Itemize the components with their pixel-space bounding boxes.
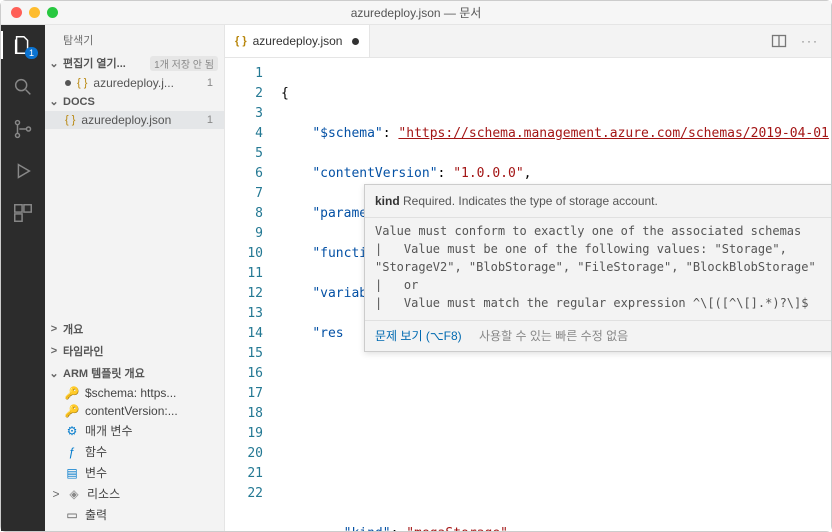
outline-header-2[interactable]: > 타임라인	[45, 340, 224, 362]
outline-contentversion[interactable]: 🔑contentVersion:...	[45, 402, 224, 420]
tab-label: azuredeploy.json	[253, 34, 343, 48]
hover-tooltip: kind Required. Indicates the type of sto…	[364, 184, 831, 352]
outline-outputs[interactable]: ▭출력	[45, 504, 224, 525]
run-debug-icon[interactable]	[11, 159, 35, 183]
file-name: azuredeploy.json	[81, 113, 195, 127]
no-quickfix-label: 사용할 수 있는 빠른 수정 없음	[479, 329, 628, 343]
more-icon[interactable]: ···	[801, 34, 819, 48]
key-icon: 🔑	[65, 386, 79, 400]
tabs: { } azuredeploy.json ···	[225, 25, 831, 58]
explorer-badge: 1	[25, 47, 38, 59]
extensions-icon[interactable]	[11, 201, 35, 225]
view-problem-link[interactable]: 문제 보기 (⌥F8)	[375, 329, 462, 343]
variable-icon: ▤	[65, 466, 79, 480]
modified-dot-icon	[65, 80, 71, 86]
gear-icon: ⚙	[65, 424, 79, 438]
source-control-icon[interactable]	[11, 117, 35, 141]
sidebar: 탐색기 ⌄ 편집기 열기... 1개 저장 안 됨 { } azuredeplo…	[45, 25, 225, 531]
chevron-right-icon: >	[51, 487, 61, 501]
open-editor-name: azuredeploy.j...	[93, 76, 195, 90]
output-icon: ▭	[65, 508, 79, 522]
outline-header-1[interactable]: > 개요	[45, 318, 224, 340]
outline-resources[interactable]: >◈리소스	[45, 483, 224, 504]
resource-icon: ◈	[67, 487, 81, 501]
sidebar-title: 탐색기	[45, 25, 224, 52]
window-title: azuredeploy.json — 문서	[1, 4, 831, 21]
docs-label: DOCS	[63, 96, 95, 108]
editor[interactable]: 12345678910111213141516171819202122 { "$…	[225, 58, 831, 531]
arm-outline-header[interactable]: ⌄ ARM 템플릿 개요	[45, 362, 224, 384]
hover-body: Value must conform to exactly one of the…	[365, 217, 831, 320]
editor-area: { } azuredeploy.json ··· 123456789101112…	[225, 25, 831, 531]
open-editors-header[interactable]: ⌄ 편집기 열기... 1개 저장 안 됨	[45, 52, 224, 74]
outline-schema[interactable]: 🔑$schema: https...	[45, 384, 224, 402]
line-gutter: 12345678910111213141516171819202122	[225, 58, 277, 531]
key-icon: 🔑	[65, 404, 79, 418]
function-icon: ƒ	[65, 445, 79, 459]
chevron-down-icon: ⌄	[49, 57, 59, 70]
tab-azuredeploy[interactable]: { } azuredeploy.json	[225, 25, 370, 57]
hover-footer: 문제 보기 (⌥F8) 사용할 수 있는 빠른 수정 없음	[365, 320, 831, 351]
outline-parameters[interactable]: ⚙매개 변수	[45, 420, 224, 441]
titlebar: azuredeploy.json — 문서	[1, 1, 831, 25]
activity-bar: 1	[1, 25, 45, 531]
search-icon[interactable]	[11, 75, 35, 99]
modified-dot-icon	[352, 38, 359, 45]
chevron-right-icon: >	[49, 345, 59, 357]
json-icon: { }	[235, 35, 247, 47]
file-problem-count: 1	[202, 114, 218, 126]
chevron-down-icon: ⌄	[49, 367, 59, 380]
chevron-down-icon: ⌄	[49, 95, 59, 108]
open-editor-count: 1	[202, 77, 218, 89]
hover-header: kind Required. Indicates the type of sto…	[365, 185, 831, 217]
open-editors-label: 편집기 열기...	[63, 55, 126, 71]
unsaved-tag: 1개 저장 안 됨	[150, 56, 218, 71]
explorer-icon[interactable]: 1	[11, 33, 35, 57]
split-editor-icon[interactable]	[771, 33, 787, 49]
open-editor-item[interactable]: { } azuredeploy.j... 1	[45, 74, 224, 92]
outline-variables[interactable]: ▤변수	[45, 462, 224, 483]
outline-functions[interactable]: ƒ함수	[45, 441, 224, 462]
chevron-right-icon: >	[49, 323, 59, 335]
docs-header[interactable]: ⌄ DOCS	[45, 92, 224, 111]
file-item[interactable]: { } azuredeploy.json 1	[45, 111, 224, 129]
